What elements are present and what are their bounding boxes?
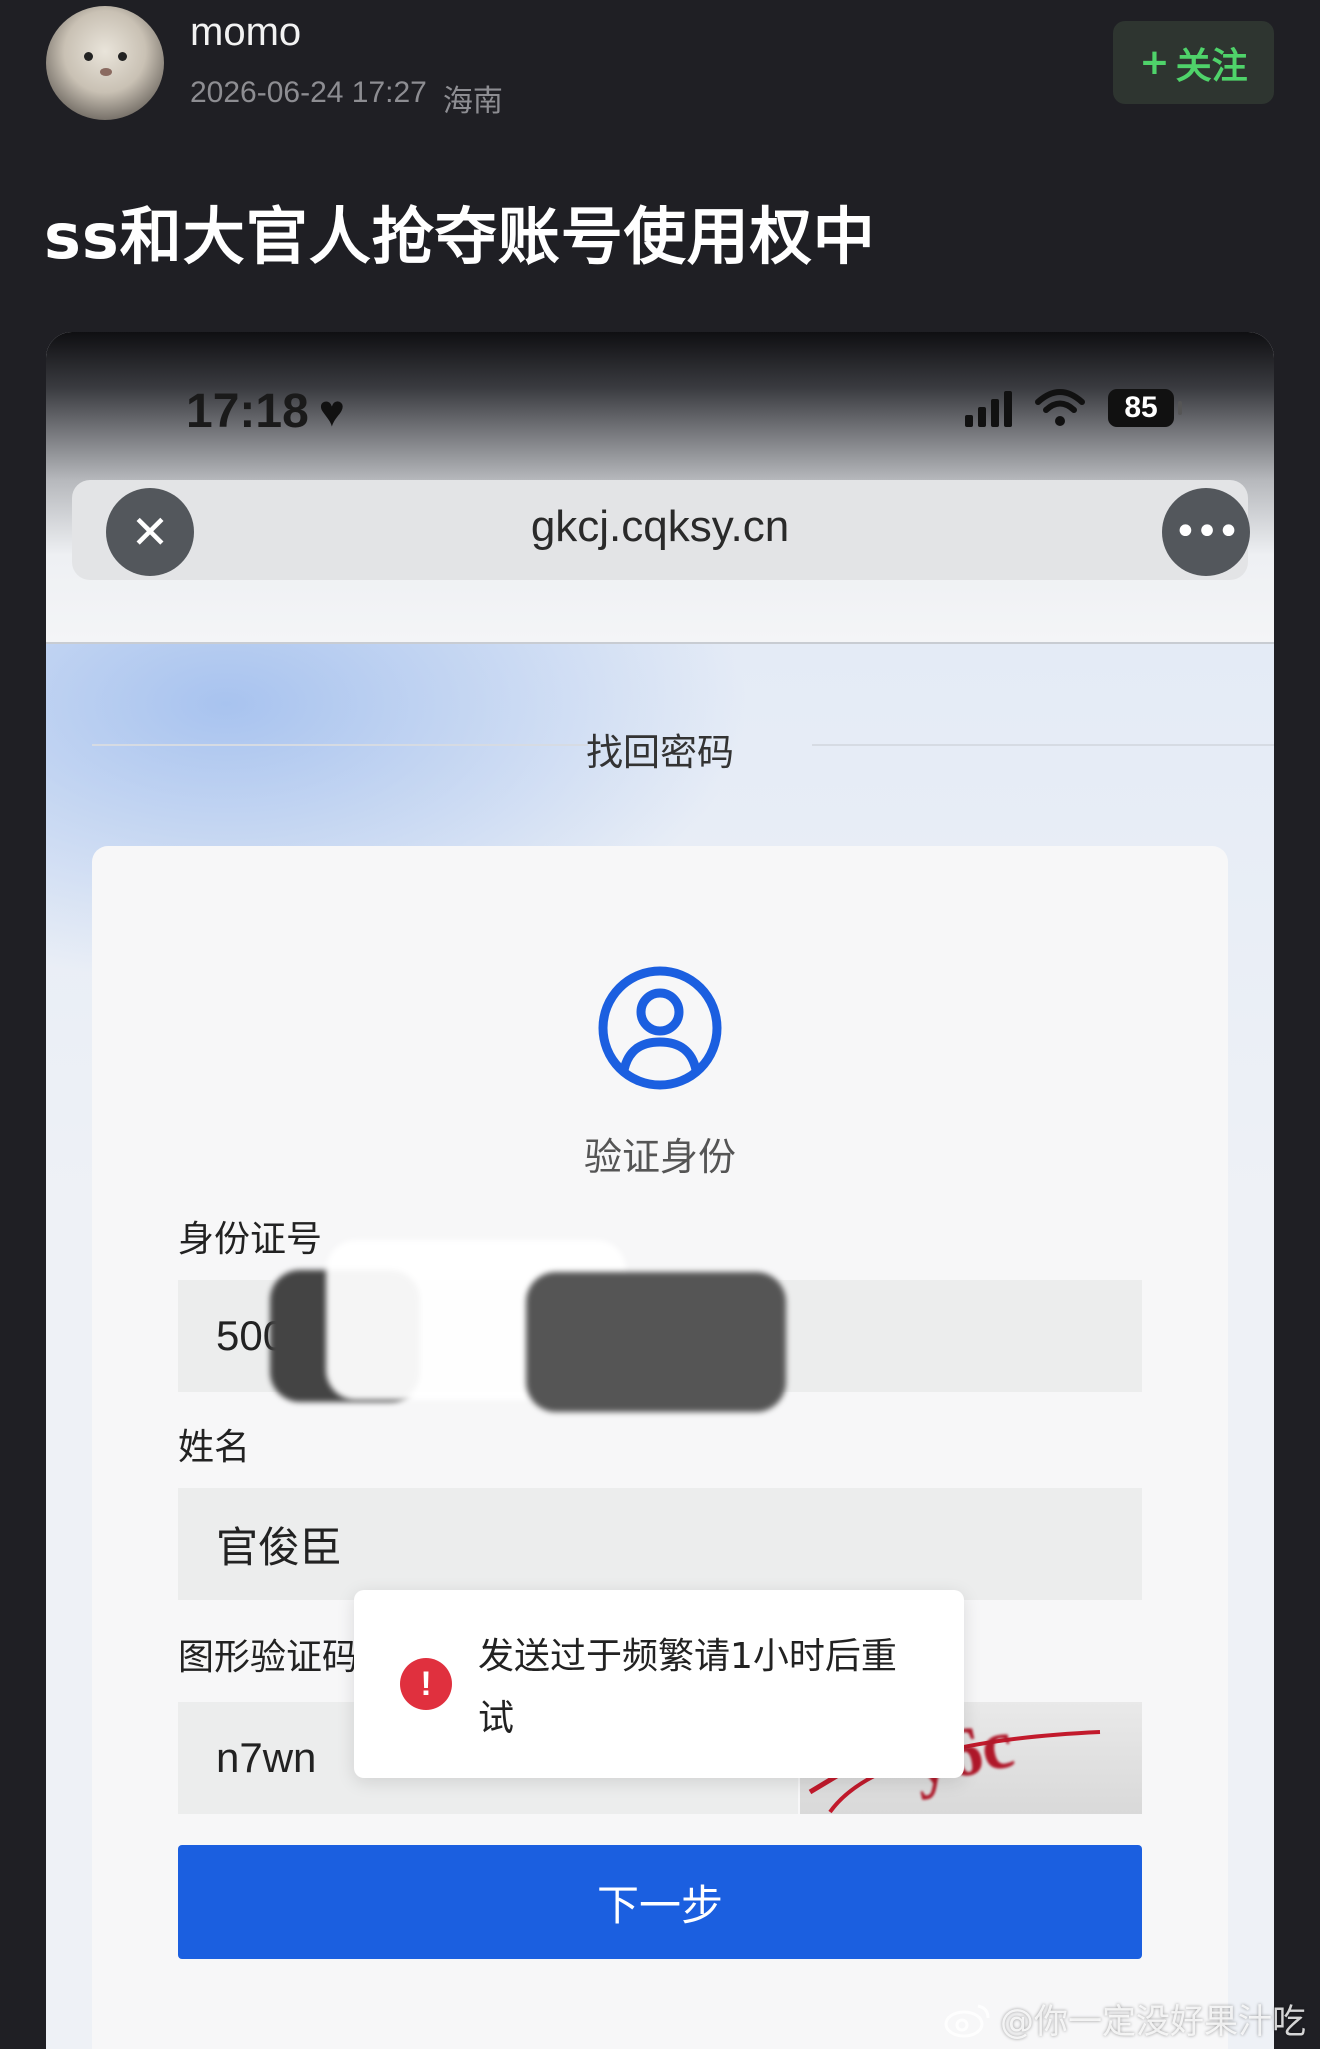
- toast-message: 发送过于频繁请1小时后重试: [478, 1636, 897, 1739]
- name-input[interactable]: 官俊臣: [178, 1488, 1142, 1600]
- id-number-label: 身份证号: [178, 1219, 323, 1260]
- more-button[interactable]: •••: [1162, 488, 1250, 576]
- avatar-nose: [100, 68, 112, 76]
- system-icons: 85: [965, 388, 1182, 428]
- error-toast: ! 发送过于频繁请1小时后重试: [354, 1590, 964, 1778]
- post-title: ss和大官人抢夺账号使用权中: [44, 200, 876, 273]
- redaction-scribble: [526, 1272, 786, 1412]
- wifi-icon: [1035, 389, 1085, 426]
- status-time-text: 17:18: [186, 385, 309, 438]
- embedded-screenshot[interactable]: 17:18 ♥ 85 ✕ gkcj.cqksy.cn ••• 找回密码 验证身份…: [46, 332, 1274, 2049]
- follow-button[interactable]: + 关注: [1113, 21, 1274, 104]
- avatar-eye: [84, 52, 93, 61]
- user-icon: [598, 966, 722, 1090]
- captcha-label: 图形验证码: [178, 1637, 359, 1678]
- heart-icon: ♥: [318, 386, 345, 436]
- name-value: 官俊臣: [216, 1522, 343, 1572]
- avatar[interactable]: [46, 6, 164, 120]
- post-location: 海南: [442, 85, 503, 118]
- warning-icon: !: [400, 1658, 452, 1710]
- more-icon: •••: [1173, 509, 1241, 555]
- url-bar[interactable]: ✕ gkcj.cqksy.cn •••: [72, 480, 1250, 580]
- weibo-icon: [944, 2004, 990, 2037]
- status-time: 17:18 ♥: [186, 384, 345, 439]
- post-timestamp: 2026-06-24 17:27: [190, 76, 427, 109]
- page-heading: 找回密码: [586, 731, 734, 774]
- url-text[interactable]: gkcj.cqksy.cn: [72, 502, 1248, 552]
- post-meta: 2026-06-24 17:27 海南: [190, 76, 503, 120]
- captcha-value: n7wn: [216, 1734, 317, 1781]
- follow-label: 关注: [1175, 45, 1248, 87]
- next-step-button[interactable]: 下一步: [178, 1845, 1142, 1959]
- verify-identity-label: 验证身份: [583, 1135, 736, 1179]
- signal-icon: [965, 389, 1012, 427]
- watermark: @你一定没好果汁吃: [944, 1994, 1306, 2043]
- battery-icon: 85: [1108, 389, 1182, 427]
- username[interactable]: momo: [190, 10, 301, 55]
- plus-icon: +: [1139, 42, 1170, 83]
- avatar-eye: [118, 52, 127, 61]
- name-label: 姓名: [178, 1427, 251, 1468]
- watermark-text: @你一定没好果汁吃: [1000, 2002, 1306, 2042]
